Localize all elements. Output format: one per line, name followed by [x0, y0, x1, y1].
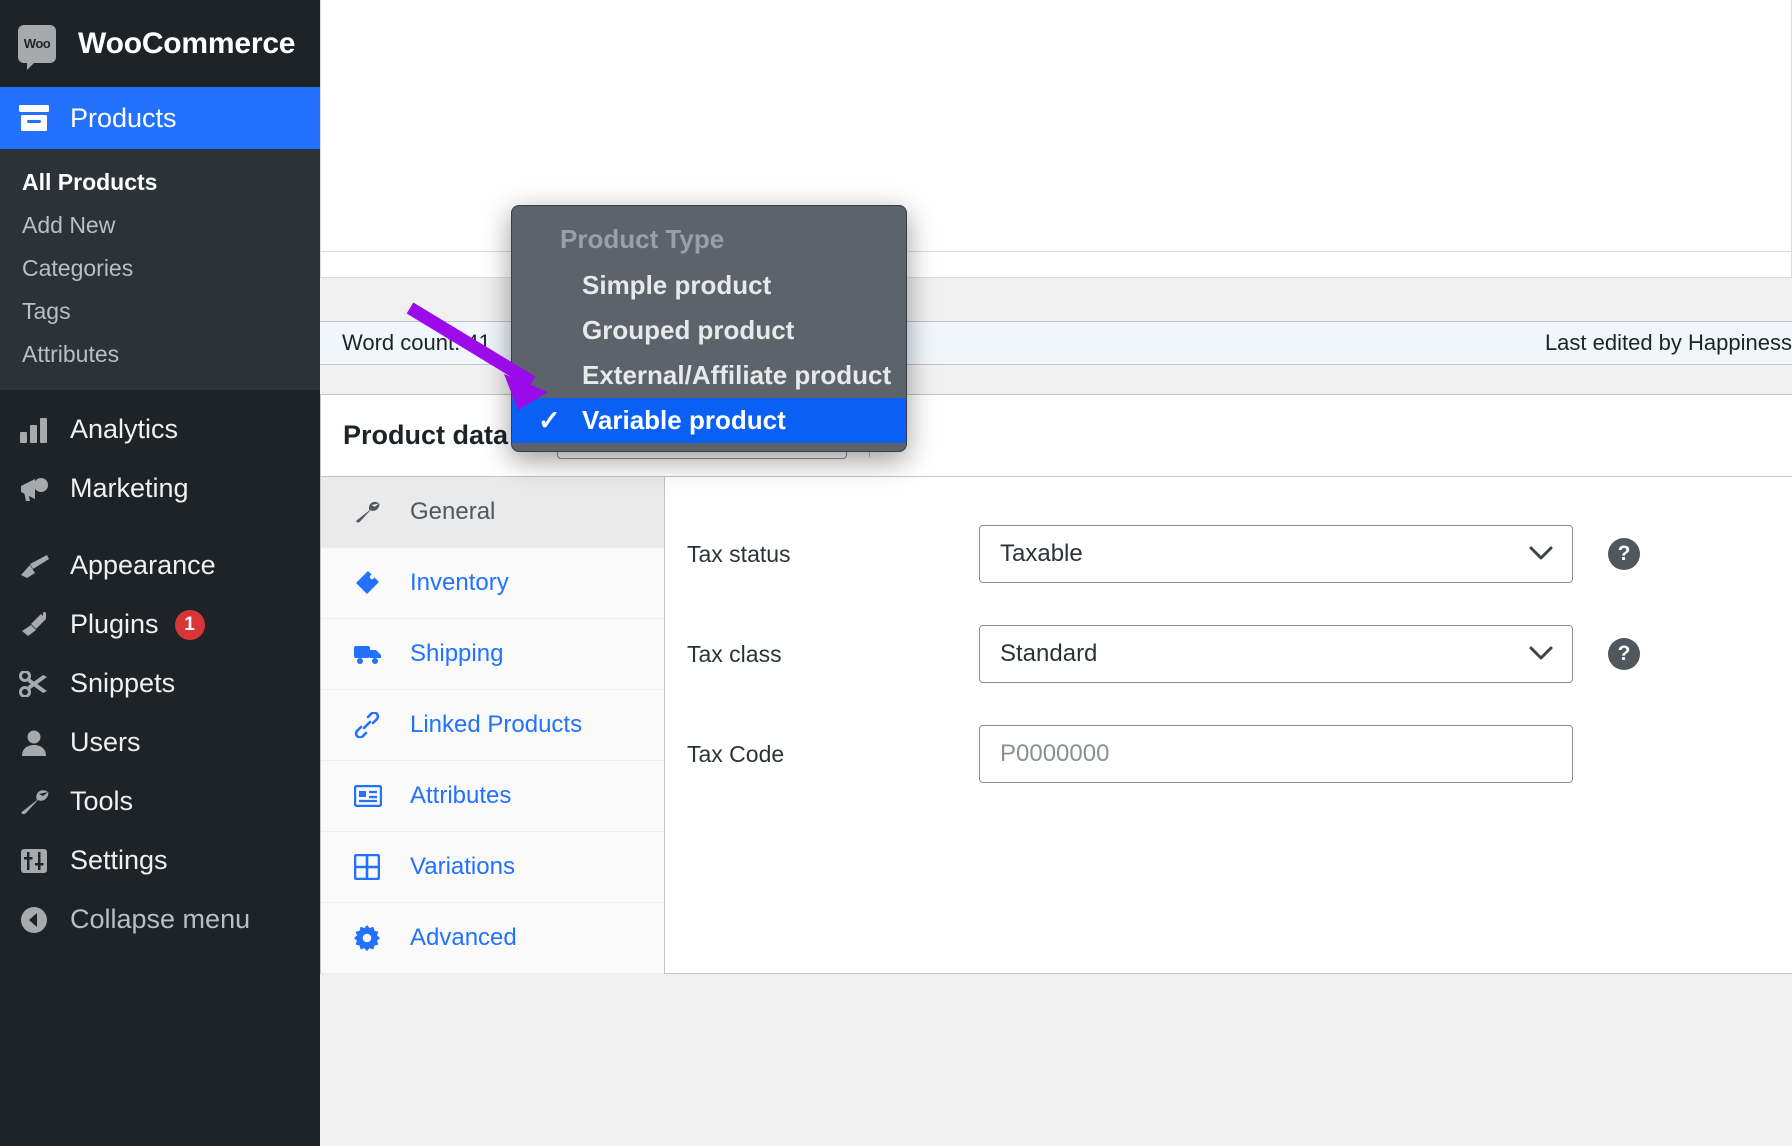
general-fields: Tax status Taxable ? Tax class Standard	[665, 477, 1792, 974]
sidebar-item-add-new[interactable]: Add New	[0, 204, 320, 247]
tab-attributes[interactable]: Attributes	[321, 761, 664, 832]
scissors-icon	[18, 671, 50, 697]
tab-shipping[interactable]: Shipping	[321, 619, 664, 690]
sidebar-item-marketing[interactable]: Marketing	[0, 459, 320, 518]
chevron-down-icon	[1528, 640, 1554, 668]
sidebar-item-categories[interactable]: Categories	[0, 247, 320, 290]
tax-class-value: Standard	[1000, 640, 1097, 668]
woocommerce-admin-screen: Woo WooCommerce Products All Products Ad…	[0, 0, 1792, 1146]
tax-status-value: Taxable	[1000, 540, 1083, 568]
tab-shipping-label: Shipping	[410, 640, 503, 668]
wrench-icon	[354, 500, 384, 524]
tax-code-placeholder: P0000000	[1000, 740, 1109, 768]
sidebar-item-appearance-label: Appearance	[70, 550, 216, 581]
tab-linked-products-label: Linked Products	[410, 711, 582, 739]
gear-icon	[354, 925, 384, 951]
sidebar-item-plugins-label: Plugins	[70, 609, 159, 640]
product-data-tabs: General Inventory Shipping	[321, 477, 665, 974]
paintbrush-icon	[18, 553, 50, 579]
megaphone-icon	[18, 476, 50, 502]
product-data-panel: Product data — General	[320, 394, 1792, 974]
sidebar-main-nav: Analytics Marketing Appearance Plugi	[0, 390, 320, 949]
sidebar-item-tools-label: Tools	[70, 786, 133, 817]
collapse-arrow-icon	[18, 907, 50, 933]
tab-inventory-label: Inventory	[410, 569, 509, 597]
page-title: Product data	[343, 420, 508, 451]
tab-variations-label: Variations	[410, 853, 515, 881]
sidebar-item-tools[interactable]: Tools	[0, 772, 320, 831]
woocommerce-brand[interactable]: Woo WooCommerce	[0, 0, 320, 87]
plugins-update-badge: 1	[175, 610, 205, 640]
wrench-icon	[18, 789, 50, 815]
annotation-arrow	[400, 300, 580, 410]
sidebar-item-appearance[interactable]: Appearance	[0, 536, 320, 595]
sidebar-item-snippets-label: Snippets	[70, 668, 175, 699]
tax-code-input[interactable]: P0000000	[979, 725, 1573, 783]
dropdown-heading: Product Type	[512, 214, 906, 263]
sidebar-item-tags[interactable]: Tags	[0, 290, 320, 333]
truck-icon	[354, 643, 384, 665]
tab-attributes-label: Attributes	[410, 782, 511, 810]
sidebar-item-analytics[interactable]: Analytics	[0, 400, 320, 459]
sidebar-item-snippets[interactable]: Snippets	[0, 654, 320, 713]
admin-sidebar: Woo WooCommerce Products All Products Ad…	[0, 0, 320, 1146]
sidebar-item-settings[interactable]: Settings	[0, 831, 320, 890]
tab-advanced-label: Advanced	[410, 924, 517, 952]
tab-general-label: General	[410, 498, 495, 526]
bar-chart-icon	[18, 417, 50, 443]
sidebar-item-attributes[interactable]: Attributes	[0, 333, 320, 376]
field-row-tax-class: Tax class Standard ?	[687, 625, 1792, 683]
chevron-down-icon	[1528, 540, 1554, 568]
tab-advanced[interactable]: Advanced	[321, 903, 664, 974]
brand-label: WooCommerce	[78, 27, 295, 61]
sidebar-item-settings-label: Settings	[70, 845, 168, 876]
main-content: Word count: 41 Last edited by Happiness …	[320, 0, 1792, 1146]
product-data-body: General Inventory Shipping	[321, 477, 1792, 974]
tag-icon	[354, 570, 384, 596]
tab-general[interactable]: General	[321, 477, 664, 548]
tax-status-label: Tax status	[687, 541, 979, 568]
sidebar-item-plugins[interactable]: Plugins 1	[0, 595, 320, 654]
sidebar-item-users[interactable]: Users	[0, 713, 320, 772]
user-icon	[18, 730, 50, 756]
grid-icon	[354, 854, 384, 880]
tax-class-select[interactable]: Standard	[979, 625, 1573, 683]
tax-status-select[interactable]: Taxable	[979, 525, 1573, 583]
nav-divider	[0, 518, 320, 536]
sidebar-item-products[interactable]: Products	[0, 87, 320, 149]
sliders-icon	[18, 848, 50, 874]
products-submenu: All Products Add New Categories Tags Att…	[0, 149, 320, 390]
tab-linked-products[interactable]: Linked Products	[321, 690, 664, 761]
tab-variations[interactable]: Variations	[321, 832, 664, 903]
link-icon	[354, 712, 384, 738]
sidebar-item-collapse-menu-label: Collapse menu	[70, 904, 250, 935]
products-icon	[18, 105, 50, 131]
last-edited-text: Last edited by Happiness	[1545, 330, 1792, 356]
tax-status-help-icon[interactable]: ?	[1608, 538, 1640, 570]
sidebar-item-analytics-label: Analytics	[70, 414, 178, 445]
tab-inventory[interactable]: Inventory	[321, 548, 664, 619]
sidebar-item-products-label: Products	[70, 103, 177, 134]
tax-class-label: Tax class	[687, 641, 979, 668]
dropdown-option-variable-product-label: Variable product	[582, 405, 786, 435]
list-box-icon	[354, 785, 384, 807]
sidebar-item-users-label: Users	[70, 727, 141, 758]
plug-icon	[18, 612, 50, 638]
sidebar-item-collapse-menu[interactable]: Collapse menu	[0, 890, 320, 949]
sidebar-item-marketing-label: Marketing	[70, 473, 189, 504]
field-row-tax-status: Tax status Taxable ?	[687, 525, 1792, 583]
tax-code-label: Tax Code	[687, 741, 979, 768]
sidebar-item-all-products[interactable]: All Products	[0, 161, 320, 204]
woo-logo-text: Woo	[24, 36, 50, 51]
woo-logo-icon: Woo	[18, 25, 56, 63]
field-row-tax-code: Tax Code P0000000	[687, 725, 1792, 783]
tax-class-help-icon[interactable]: ?	[1608, 638, 1640, 670]
